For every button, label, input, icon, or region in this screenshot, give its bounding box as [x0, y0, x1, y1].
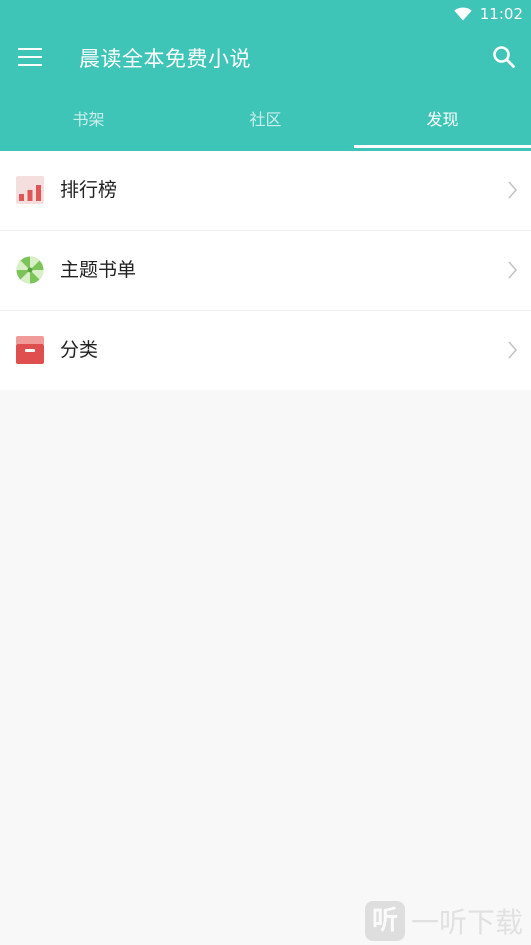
watermark: 听 一听下载 [364, 901, 523, 941]
search-button[interactable] [489, 42, 519, 72]
list-item-label: 分类 [60, 339, 99, 361]
list-item-label: 排行榜 [60, 179, 118, 201]
tab-bookshelf[interactable]: 书架 [0, 96, 177, 151]
menu-icon-bar [18, 48, 42, 50]
chevron-right-icon [508, 181, 517, 199]
watermark-logo: 听 [364, 901, 405, 941]
tab-discover[interactable]: 发现 [354, 96, 531, 151]
wifi-icon [454, 7, 472, 21]
drawer-box-icon [16, 336, 44, 364]
discover-list: 排行榜 主题书单 分类 [0, 151, 531, 390]
app-bar: 11:02 晨读全本免费小说 书架 社区 发现 [0, 0, 531, 151]
chevron-right-icon [508, 341, 517, 359]
tab-bar: 书架 社区 发现 [0, 96, 531, 151]
app-title: 晨读全本免费小说 [79, 47, 251, 71]
list-item-theme-booklist[interactable]: 主题书单 [0, 231, 531, 311]
list-item-label: 主题书单 [60, 259, 137, 281]
menu-button[interactable] [16, 44, 44, 70]
search-icon [493, 46, 515, 68]
tab-community[interactable]: 社区 [177, 96, 354, 151]
menu-icon-bar [18, 64, 42, 66]
ranking-chart-icon [16, 176, 44, 204]
list-item-category[interactable]: 分类 [0, 311, 531, 390]
watermark-text: 一听下载 [410, 906, 523, 939]
chevron-right-icon [508, 261, 517, 279]
candy-icon [16, 256, 44, 284]
menu-icon-bar [18, 56, 42, 58]
list-item-ranking[interactable]: 排行榜 [0, 151, 531, 231]
status-bar: 11:02 [454, 4, 523, 24]
status-time: 11:02 [479, 5, 523, 23]
